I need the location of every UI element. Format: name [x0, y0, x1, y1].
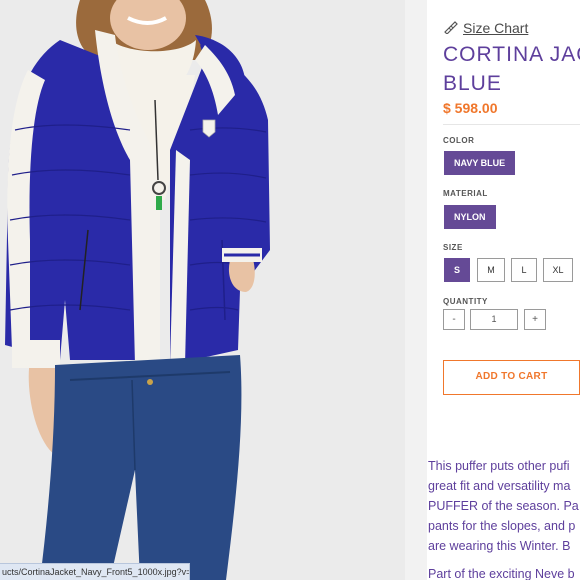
size-option-s[interactable]: S [444, 258, 470, 282]
product-title: CORTINA JAC BLUE [443, 40, 580, 98]
divider [443, 124, 580, 125]
product-photo-illustration [0, 0, 405, 580]
color-label: COLOR [443, 136, 475, 145]
product-description: This puffer puts other pufi great fit an… [428, 456, 580, 580]
product-price: $ 598.00 [443, 100, 498, 116]
quantity-decrease-button[interactable]: - [443, 309, 465, 330]
size-chart-link[interactable]: Size Chart [443, 18, 528, 37]
quantity-input[interactable]: 1 [470, 309, 518, 330]
size-label: SIZE [443, 243, 463, 252]
description-line: are wearing this Winter. B [428, 539, 571, 553]
description-line: PUFFER of the season. Pa [428, 499, 579, 513]
description-line: pants for the slopes, and p [428, 519, 576, 533]
size-option-xl[interactable]: XL [543, 258, 573, 282]
material-option-nylon[interactable]: NYLON [444, 205, 496, 229]
panel-gutter [405, 0, 427, 580]
ruler-icon [443, 18, 459, 37]
quantity-increase-button[interactable]: + [524, 309, 546, 330]
product-title-line1: CORTINA JAC [443, 43, 580, 66]
product-image[interactable] [0, 0, 405, 580]
status-bar-url: ucts/CortinaJacket_Navy_Front5_1000x.jpg… [0, 563, 190, 580]
description-line: great fit and versatility ma [428, 479, 571, 493]
color-swatch-navy-blue[interactable]: NAVY BLUE [444, 151, 516, 175]
size-option-m[interactable]: M [477, 258, 505, 282]
description-line: This puffer puts other pufi [428, 459, 570, 473]
size-option-l[interactable]: L [511, 258, 537, 282]
quantity-label: QUANTITY [443, 297, 488, 306]
product-title-line2: BLUE [443, 72, 502, 95]
size-chart-label: Size Chart [463, 19, 529, 36]
description-line: Part of the exciting Neve b [428, 567, 575, 580]
material-label: MATERIAL [443, 189, 488, 198]
add-to-cart-button[interactable]: ADD TO CART [443, 360, 580, 395]
